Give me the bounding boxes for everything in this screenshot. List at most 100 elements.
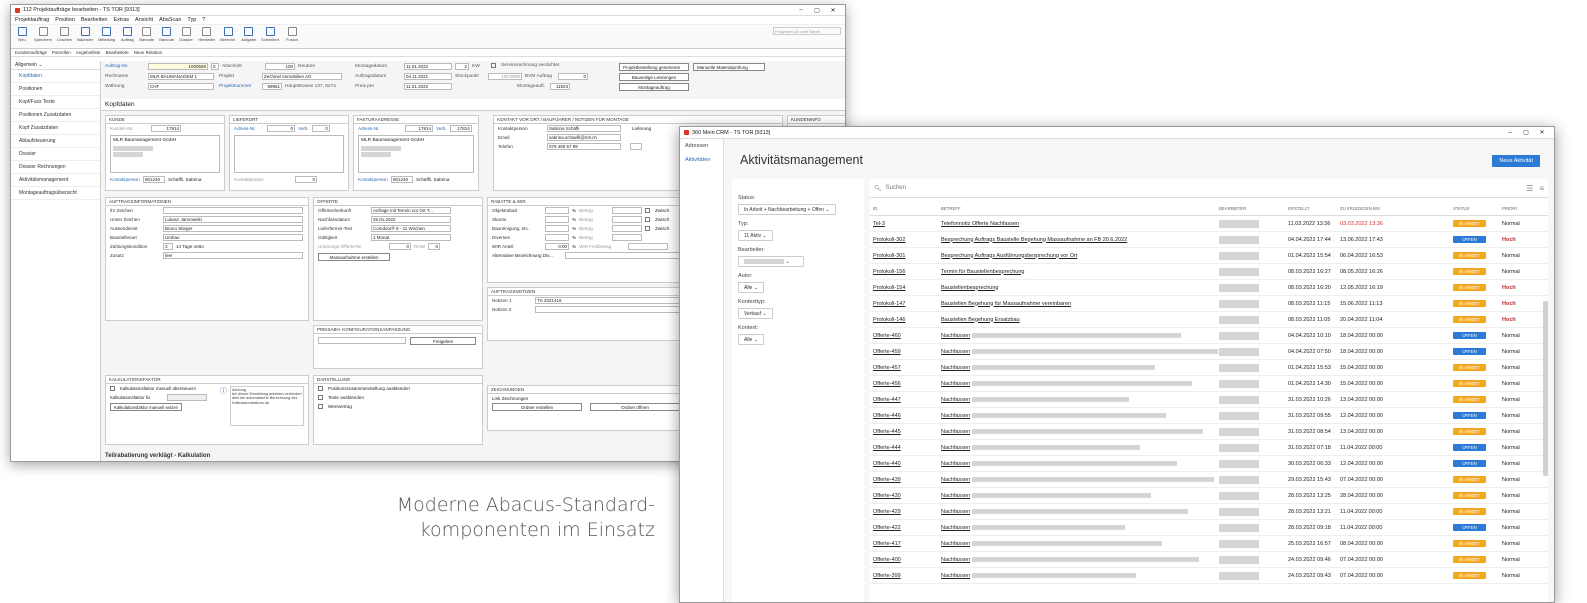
sub-kundenauftraege[interactable]: Kundenaufträge [15,50,47,55]
row-id-link[interactable]: Offerte-460 [873,333,901,339]
auftragsdatum-field[interactable]: 04.11.2021 [404,73,452,80]
program-search-input[interactable]: Programm-ID oder Name [773,27,841,35]
search-input[interactable]: Suchen [886,185,906,191]
servicerechnung-row[interactable]: Servicerechnung verdichtet [491,63,559,68]
auftrag-nr-field[interactable]: 1000568 [148,63,208,70]
grid-search-bar[interactable]: 🔍︎ Suchen ☰ ≡ [870,179,1548,198]
row-id-link[interactable]: Protokoll-146 [873,317,905,323]
montageauftrag-button[interactable]: Montageauftrag [619,83,689,91]
status-filter-select[interactable]: In Arbeit + Nachbearbeitung + Offen ⌄ [738,204,836,215]
ribbon-message-button[interactable]: Mitteilung [98,27,115,42]
row-betreff-link[interactable]: Besprechung Auftrags Ausführungsbesprech… [941,253,1077,259]
row-id-link[interactable]: Offerte-459 [873,349,901,355]
lieferort-kontakt-nr-field[interactable]: 0 [295,176,317,183]
table-row[interactable]: Offerte-459 Nachfassen 04.04.2022 07:50 18.… [870,344,1548,360]
projekt-field[interactable]: Zechinel Immobilien AG [262,73,342,80]
ordner-oeffnen-button[interactable]: Ordner öffnen [590,403,680,411]
table-row[interactable]: Protokoll-302 Besprechung Auftrags Bauste… [870,232,1548,248]
lieferort-adress-field[interactable]: 0 [267,125,295,132]
row-betreff-link[interactable]: Nachfassen [941,365,970,371]
table-row[interactable]: Offerte-446 Nachfassen 31.03.2022 09:55 12.… [870,408,1548,424]
betrag-field[interactable] [612,225,643,232]
ribbon-task-button[interactable]: Aufgabe [241,27,256,42]
row-id-link[interactable]: Offerte-417 [873,541,901,547]
kalk-fix-field[interactable] [167,394,207,401]
row-betreff-link[interactable]: Nachfassen [941,429,970,435]
table-row[interactable]: Protokoll-147 Baustellen Begehung für Mas… [870,296,1548,312]
typ-filter-select[interactable]: 11 Aktiv ⌄ [738,230,773,241]
skonto-field[interactable] [545,216,569,223]
materialpruefung-button[interactable]: Manuelle Materialprüfung [693,63,765,71]
row-betreff-link[interactable]: Nachfassen [941,333,970,339]
row-id-link[interactable]: Offerte-445 [873,429,901,435]
sub-bearbeitete[interactable]: Bearbeitete [106,50,129,55]
menu-typ[interactable]: Typ [187,17,196,23]
table-row[interactable]: Offerte-456 Nachfassen 01.04.2022 14:30 15.… [870,376,1548,392]
row-id-link[interactable]: Offerte-444 [873,445,901,451]
nav-item-aktivitaetsmanagement[interactable]: Aktivitätsmanagement [11,174,100,187]
liefertermin-field[interactable]: Comdoor® 8 - 11 Wochen [371,225,451,232]
checkbox[interactable] [318,404,323,409]
table-row[interactable]: Offerte-444 Nachfassen 31.03.2022 07:18 11.… [870,440,1548,456]
table-row[interactable]: Offerte-429 Nachfassen 28.03.2022 13:21 11.… [870,504,1548,520]
kalk-manuell-checkbox[interactable] [110,386,115,391]
kunde-address-box[interactable]: MLR Baumanagement GmbH [110,135,220,173]
row-id-link[interactable]: Protokoll-301 [873,253,905,259]
row-id-link[interactable]: Tel-3 [873,221,885,227]
table-row[interactable]: Protokoll-146 Baustellen Begehung Ersatzb… [870,312,1548,328]
waehrung-field[interactable]: CHF [148,83,214,90]
objektrabatt-field[interactable] [545,207,569,214]
zwisch-checkbox[interactable] [645,217,651,222]
ribbon-save-button[interactable]: Speichern [34,27,52,42]
maximize-icon[interactable]: ▢ [1518,129,1534,136]
ribbon-barcode-button[interactable]: Barcode [139,27,154,42]
preisanpassung-field[interactable] [318,337,406,344]
gueltigkeit-field[interactable]: 1 Monat [371,234,451,241]
row-id-link[interactable]: Protokoll-154 [873,285,905,291]
menu-projektauftrag[interactable]: Projektauftrag [15,17,49,23]
compact-view-icon[interactable]: ≡ [1539,184,1544,193]
table-row[interactable]: Offerte-440 Nachfassen 30.03.2022 06:33 12.… [870,456,1548,472]
col-prioritaet[interactable]: PRIORI [1499,206,1548,211]
projektnummer-field[interactable]: 99961 [262,83,282,90]
close-icon[interactable]: ✕ [1534,129,1550,136]
row-betreff-link[interactable]: Termin für Baustellenbesprechung [941,269,1024,275]
rechname-field[interactable]: MLR BAUMANAGEM 1 [148,73,214,80]
kontakt-telefon-field[interactable]: 079 469 57 99 [547,143,621,150]
row-id-link[interactable]: Offerte-422 [873,525,901,531]
kalk-setzen-button[interactable]: Kalkulationsfaktor manuell setzen [110,403,183,411]
checkbox[interactable] [318,386,323,391]
table-row[interactable]: Offerte-460 Nachfassen 04.04.2022 10:10 18.… [870,328,1548,344]
nav-item-kopfdaten[interactable]: Kopfdaten [11,70,100,83]
row-betreff-link[interactable]: Nachfassen [941,413,970,419]
montageauft-field[interactable]: 11923 [550,83,570,90]
darstellung-item-1[interactable]: Positionszusammenstellung ausblenden [314,384,482,393]
nav-item-montageauftragsuebersicht[interactable]: Montageauftragsübersicht [11,187,100,200]
ribbon-order-button[interactable]: Auftrag [120,27,134,42]
row-betreff-link[interactable]: Telefonnotiz Offerte Nachfassen [941,221,1019,227]
table-row[interactable]: Offerte-430 Nachfassen 28.03.2022 13:25 28.… [870,488,1548,504]
kontakt-person-field[interactable]: Sabrina Schäfli [547,125,621,132]
nav-item-kopf-fuss-texte[interactable]: Kopf/Fuss Texte [11,96,100,109]
freigeben-button[interactable]: Freigeben [410,337,476,345]
montagedatum-field[interactable]: 11.01.2022 [404,63,452,70]
minimize-icon[interactable]: – [1502,130,1518,136]
table-row[interactable]: Offerte-400 Nachfassen 24.03.2022 09:46 07.… [870,552,1548,568]
nachfassdatum-field[interactable]: 26.01.2022 [371,216,451,223]
col-bearbeiter[interactable]: BEARBEITER [1219,206,1288,211]
row-id-link[interactable]: Offerte-429 [873,509,901,515]
rhw-field[interactable]: 0 [427,243,440,250]
zusatz-field[interactable]: leer [163,252,303,259]
row-betreff-link[interactable]: Nachfassen [941,557,970,563]
menu-ansicht[interactable]: Ansicht [135,17,153,23]
faktura-kontakt-nr-field[interactable]: 801240 [391,176,413,183]
baureinigung-field[interactable] [545,225,569,232]
row-id-link[interactable]: Offerte-457 [873,365,901,371]
unser-zeichen-field[interactable]: Lukasz Jamrowski [163,216,303,223]
row-id-link[interactable]: Protokoll-302 [873,237,905,243]
bearbeiter-filter-select[interactable]: ⌄ [738,256,804,267]
row-betreff-link[interactable]: Nachfassen [941,493,970,499]
preis-field[interactable]: 11.01.2022 [404,83,452,90]
row-id-link[interactable]: Offerte-400 [873,557,901,563]
sub-parzellen[interactable]: Parzellen [52,50,71,55]
